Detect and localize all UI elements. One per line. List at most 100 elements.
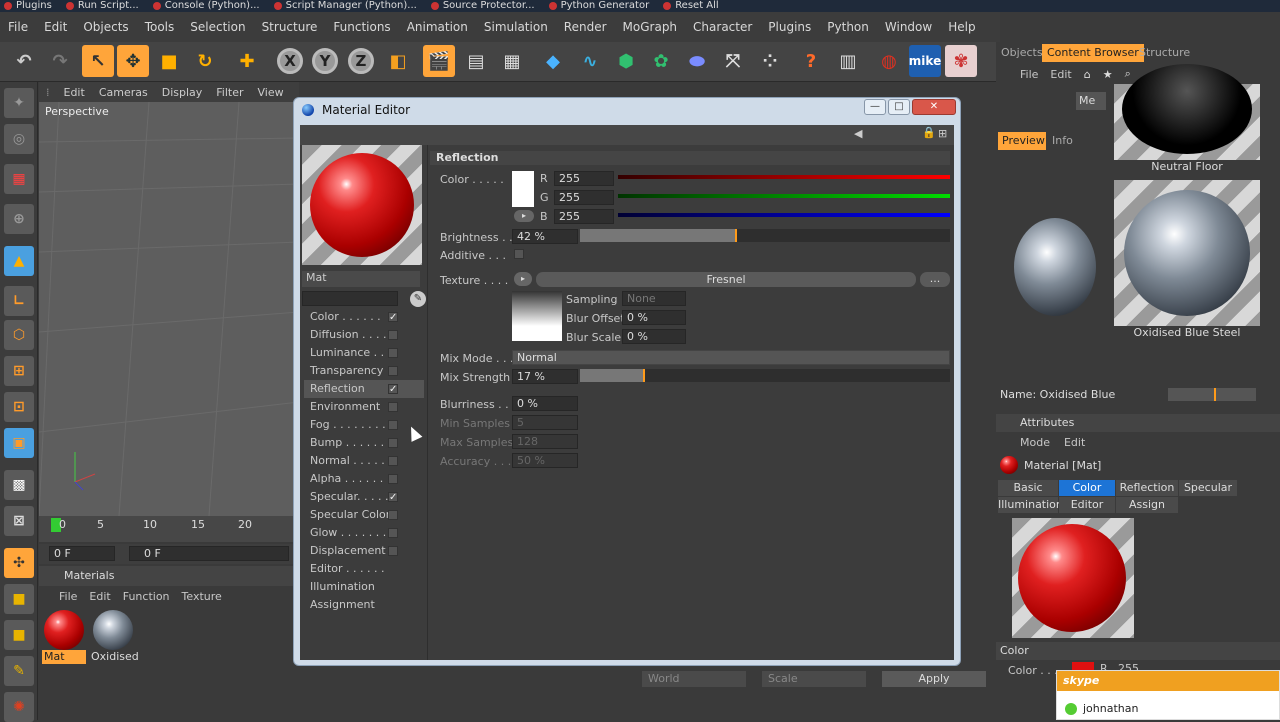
flower-icon[interactable]: ✺ [4,692,34,722]
move-tool-icon[interactable]: ✥ [117,45,149,77]
tab-preview[interactable]: Preview [998,132,1046,150]
material-thumb-oxidised[interactable]: Oxidised [91,610,139,666]
os-tab-python-generator[interactable]: Python Generator [545,0,656,12]
redo-icon[interactable]: ↷ [44,45,76,77]
thumb-size-slider[interactable] [1168,388,1256,401]
texture-mode-icon[interactable]: ▦ [4,164,34,194]
coords-scale-select[interactable]: Scale [762,671,866,687]
max-samples-field[interactable]: 128 [512,434,578,449]
make-editable-icon[interactable]: ✦ [4,88,34,118]
menu-file[interactable]: File [0,20,36,34]
editor-material-preview[interactable] [302,145,422,265]
channel-bump-checkbox[interactable] [388,438,398,448]
cb-me-label[interactable]: Me [1076,92,1106,110]
channel-color-checkbox[interactable]: ✓ [388,312,398,323]
new-window-icon[interactable]: ⊞ [938,127,947,140]
render-picture-viewer-icon[interactable]: ▤ [460,45,492,77]
texture-menu-button[interactable]: ▸ [514,272,532,286]
viewport-menu-view[interactable]: View [251,86,291,99]
z-axis-lock-button[interactable]: Z [345,45,377,77]
render-view-icon[interactable]: 🎬 [423,45,455,77]
help-icon[interactable]: ? [795,45,827,77]
os-tab-console[interactable]: Console (Python)... [149,0,266,12]
axis-mode-icon[interactable]: ∟ [4,286,34,316]
model-mode-icon[interactable]: ▲ [4,246,34,276]
rotate-tool-icon[interactable]: ↻ [189,45,221,77]
mat-menu-function[interactable]: Function [123,590,170,603]
box-icon-1[interactable]: ■ [4,584,34,614]
accuracy-field[interactable]: 50 % [512,453,578,468]
os-tab-plugins[interactable]: Plugins [0,0,58,12]
menu-simulation[interactable]: Simulation [476,20,556,34]
channel-diffusion[interactable]: Diffusion . . . . [304,326,424,344]
apply-button[interactable]: Apply [882,671,986,687]
channel-luminance[interactable]: Luminance . . . [304,344,424,362]
menu-selection[interactable]: Selection [182,20,253,34]
mix-strength-knob[interactable] [643,369,645,382]
os-tab-source-protector[interactable]: Source Protector... [427,0,541,12]
viewport-menu-display[interactable]: Display [155,86,210,99]
tab-content-browser[interactable]: Content Browser [1042,44,1144,62]
menu-python[interactable]: Python [819,20,877,34]
mike-plugin-button[interactable]: mike [909,45,941,77]
g-slider[interactable] [618,194,950,198]
attr-tab-basic[interactable]: Basic [998,480,1058,496]
channel-color[interactable]: Color . . . . . . ✓ [304,308,424,326]
attr-tab-reflection[interactable]: Reflection [1116,480,1178,496]
mat-menu-texture[interactable]: Texture [182,590,222,603]
timeline[interactable]: 0 5 10 15 20 [39,516,299,542]
viewport-menu-filter[interactable]: Filter [209,86,250,99]
menu-help[interactable]: Help [940,20,983,34]
attr-tab-color[interactable]: Color [1059,480,1115,496]
channel-editor[interactable]: Editor . . . . . . [304,560,424,578]
perspective-viewport[interactable]: Perspective [39,102,299,516]
min-samples-field[interactable]: 5 [512,415,578,430]
channel-environment[interactable]: Environment [304,398,424,416]
viewport-menu-cameras[interactable]: Cameras [92,86,155,99]
close-button[interactable]: ✕ [912,99,956,115]
maximize-button[interactable]: □ [888,99,910,115]
channel-transparency[interactable]: Transparency [304,362,424,380]
use-model-icon[interactable]: ◎ [4,124,34,154]
menu-plugins[interactable]: Plugins [760,20,819,34]
subdivision-icon[interactable]: ⬢ [610,45,642,77]
scale-tool-icon[interactable]: ■ [153,45,185,77]
channel-illumination[interactable]: Illumination [304,578,424,596]
minimize-button[interactable]: — [864,99,886,115]
channel-glow[interactable]: Glow . . . . . . . [304,524,424,542]
menu-structure[interactable]: Structure [254,20,326,34]
points-mode-icon[interactable]: ⊞ [4,356,34,386]
g-field[interactable]: 255 [554,190,614,205]
mix-strength-field[interactable]: 17 % [512,369,578,384]
attr-tab-illumination[interactable]: Illumination [998,497,1063,513]
os-tab-reset-all[interactable]: Reset All [659,0,725,12]
menu-animation[interactable]: Animation [399,20,476,34]
min-frame-field[interactable]: 0 F [129,546,289,561]
polygons-mode-icon[interactable]: ▣ [4,428,34,458]
os-tab-script-manager[interactable]: Script Manager (Python)... [270,0,423,12]
channel-transparency-checkbox[interactable] [388,366,398,376]
attr-tab-specular[interactable]: Specular [1179,480,1237,496]
channel-glow-checkbox[interactable] [388,528,398,538]
material-editor-titlebar[interactable]: Material Editor [294,98,960,122]
avatar-plugin-icon[interactable]: ✾ [945,45,977,77]
texture-more-button[interactable]: ... [920,272,950,287]
menu-functions[interactable]: Functions [325,20,398,34]
lock-icon[interactable]: 🔒 [922,126,936,139]
render-settings-icon[interactable]: ▦ [496,45,528,77]
cb-home-icon[interactable]: ⌂ [1084,68,1091,81]
workplane-icon[interactable]: ⊕ [4,204,34,234]
color-mode-toggle[interactable]: ▸ [514,210,534,222]
b-field[interactable]: 255 [554,209,614,224]
deformer-icon[interactable]: ⬬ [681,45,713,77]
solo-mode-icon[interactable]: ▩ [4,470,34,500]
menu-render[interactable]: Render [556,20,615,34]
channel-specular-color[interactable]: Specular Color [304,506,424,524]
thumb-oxidised-blue-steel[interactable] [1114,180,1260,334]
thumb-size-knob[interactable] [1214,388,1216,401]
menu-character[interactable]: Character [685,20,760,34]
menu-mograph[interactable]: MoGraph [615,20,686,34]
mat-menu-file[interactable]: File [59,590,77,603]
bp-tool-icon[interactable]: ✣ [4,548,34,578]
skype-notification[interactable]: skype johnathan [1056,670,1280,720]
